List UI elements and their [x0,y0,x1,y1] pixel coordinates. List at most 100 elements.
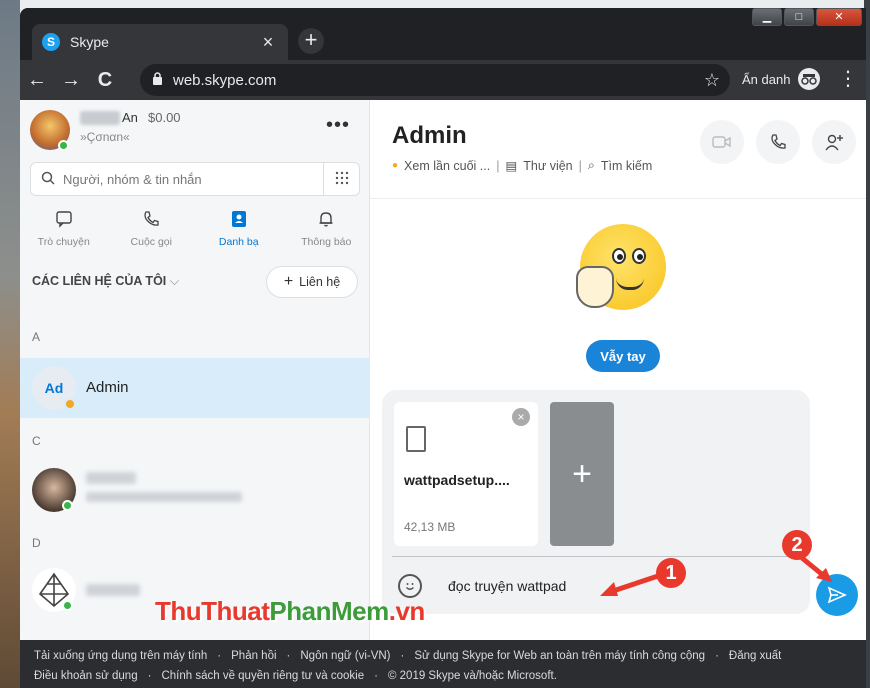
bookmark-star-icon[interactable]: ☆ [704,70,720,91]
nav-tabs: Trò chuyện Cuộc gọi Danh bạ Thông báo [20,204,370,254]
url-text: web.skype.com [173,71,277,89]
emoji-pupil [637,254,643,260]
browser-toolbar: ← → C web.skype.com ☆ Ẩn danh ⋮ [20,60,866,100]
desktop-background [0,0,20,688]
dialpad-icon[interactable] [323,162,359,196]
divider [370,198,866,199]
add-contact-button[interactable]: + Liên hệ [266,266,358,298]
incognito-label: Ẩn danh [742,71,791,87]
emoji-eye [632,248,646,264]
skype-page: An $0.00 »Çσnαn« ••• Người, nhóm & tin n… [20,100,866,688]
forward-button[interactable]: → [54,63,88,97]
away-status-icon [64,398,76,410]
chevron-down-icon: ⌵ [169,274,180,288]
close-window-button[interactable]: ✕ [816,8,862,26]
tab-chats[interactable]: Trò chuyện [20,204,108,254]
footer-separator: · [217,650,222,662]
bell-icon [317,210,335,232]
back-button[interactable]: ← [20,63,54,97]
file-icon [406,426,426,452]
add-file-button[interactable]: + [550,402,614,546]
annotation-arrow-2 [800,556,832,582]
list-item[interactable]: Ad Admin [20,358,370,418]
footer-link[interactable]: Phản hồi [231,650,276,662]
footer-link[interactable]: Tải xuống ứng dụng trên máy tính [34,650,207,662]
divider: | [578,158,582,173]
footer-link[interactable]: Chính sách về quyền riêng tư và cookie [161,670,364,682]
footer-link[interactable]: Ngôn ngữ (vi-VN) [300,650,390,662]
browser-tab[interactable]: S Skype × [32,24,288,60]
emoji-mouth [616,278,644,290]
audio-call-button[interactable] [756,120,800,164]
chat-meta: ● Xem lần cuối ... | ▤ Thư viện | ⌕ Tìm … [392,158,652,173]
attachment-name: wattpadsetup.... [404,472,510,488]
online-status-icon [58,140,69,151]
emoji-picker-button[interactable] [398,574,422,598]
group-letter-a: A [32,330,41,344]
tab-close-icon[interactable]: × [258,32,278,53]
tab-calls[interactable]: Cuộc gọi [108,204,196,254]
footer-link[interactable]: Đăng xuất [729,650,781,662]
watermark-part: .vn [388,596,426,626]
address-bar[interactable]: web.skype.com ☆ [140,64,730,96]
list-item[interactable] [20,460,370,520]
contact-name: Admin [86,379,129,396]
reload-button[interactable]: C [88,63,122,97]
more-options-icon[interactable]: ••• [326,114,350,137]
tab-contacts[interactable]: Danh bạ [195,204,283,254]
plus-icon: + [283,273,294,290]
maximize-button[interactable]: □ [784,8,814,26]
contacts-header[interactable]: CÁC LIÊN HỆ CỦA TÔI ⌵ [32,274,179,289]
search-box[interactable]: Người, nhóm & tin nhắn [30,162,360,196]
footer-separator: · [286,650,291,662]
contacts-header-label: CÁC LIÊN HỆ CỦA TÔI [32,274,167,288]
divider: | [496,158,500,173]
window-controls: ▁ □ ✕ [752,8,862,26]
tab-label: Danh bạ [218,236,259,248]
tab-label: Thông báo [301,236,352,248]
contact-name-redacted [86,472,136,484]
online-status-icon [62,500,73,511]
minimize-button[interactable]: ▁ [752,8,782,26]
attachment-size: 42,13 MB [404,520,456,534]
video-call-button[interactable] [700,120,744,164]
chat-search-link[interactable]: Tìm kiếm [601,159,652,173]
remove-attachment-button[interactable]: × [512,408,530,426]
emoji-hand [576,266,614,308]
browser-menu-icon[interactable]: ⋮ [838,66,858,91]
search-input[interactable]: Người, nhóm & tin nhắn [63,172,323,187]
tab-label: Cuộc gọi [130,236,172,248]
add-person-button[interactable] [812,120,856,164]
tab-title: Skype [70,34,109,50]
attachment-card[interactable]: × wattpadsetup.... 42,13 MB [394,402,538,546]
wave-button[interactable]: Vẫy tay [586,340,660,372]
contact-name-redacted [86,584,140,596]
wave-emoticon[interactable] [576,224,666,310]
incognito-icon [798,68,821,90]
tab-notifications[interactable]: Thông báo [283,204,371,254]
footer-link[interactable]: Sử dụng Skype for Web an toàn trên máy t… [414,650,705,662]
emoji-pupil [617,254,623,260]
search-icon [41,171,55,188]
page-title: Admin [392,122,467,149]
footer-separator: · [400,650,405,662]
annotation-arrow-1 [600,573,659,596]
tab-label: Trò chuyện [37,236,90,248]
phone-icon [142,210,160,232]
library-link[interactable]: Thư viện [523,159,572,173]
copyright-text: © 2019 Skype và/hoặc Microsoft. [387,670,557,682]
chat-actions [700,120,856,164]
gallery-icon: ▤ [505,159,518,173]
incognito-indicator[interactable]: Ẩn danh [742,68,821,90]
new-tab-button[interactable]: + [298,28,324,54]
profile-credit[interactable]: $0.00 [148,110,181,125]
emoji-eye [612,248,626,264]
online-status-icon [62,600,73,611]
footer-link[interactable]: Điều khoản sử dụng [34,670,138,682]
tab-bar: S Skype × + ▁ □ ✕ [20,8,866,60]
message-input[interactable]: đọc truyện wattpad [448,578,566,594]
profile-mood: »Çσnαn« [80,130,130,144]
search-icon: ⌕ [587,158,595,172]
footer-separator: · [374,670,378,682]
profile-header[interactable]: An $0.00 »Çσnαn« ••• [30,108,360,162]
